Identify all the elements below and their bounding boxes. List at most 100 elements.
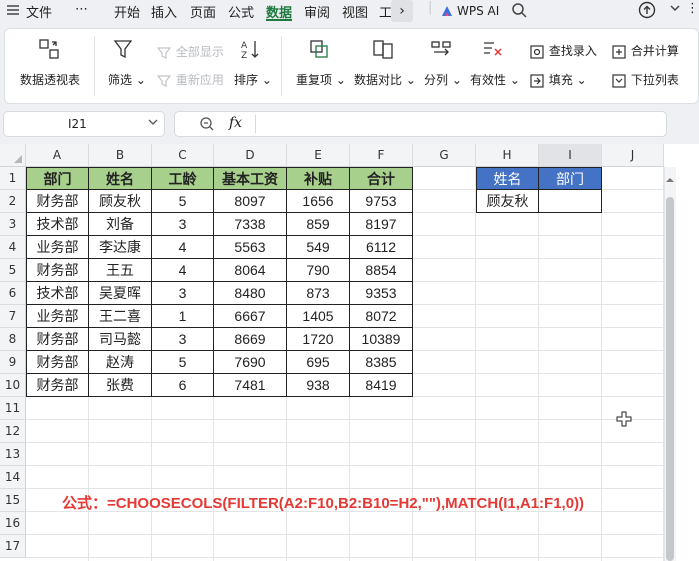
table-cell[interactable]: 8419: [350, 374, 413, 397]
table-cell[interactable]: 7481: [214, 374, 287, 397]
table-cell[interactable]: 1656: [287, 190, 350, 213]
split-columns-icon[interactable]: [430, 38, 452, 63]
table-cell[interactable]: 5: [152, 351, 214, 374]
row-header-1[interactable]: 1: [0, 167, 26, 190]
find-entry-button[interactable]: 查找录入: [529, 42, 597, 60]
table-cell[interactable]: 业务部: [26, 305, 89, 328]
table-cell[interactable]: 8669: [214, 328, 287, 351]
table-cell[interactable]: 赵涛: [89, 351, 152, 374]
table-cell[interactable]: 9753: [350, 190, 413, 213]
column-header-i[interactable]: I: [539, 144, 602, 167]
table-cell[interactable]: 1: [152, 305, 214, 328]
table-header-cell[interactable]: 合计: [350, 167, 413, 190]
table-cell[interactable]: 10389: [350, 328, 413, 351]
table-cell[interactable]: 5: [152, 190, 214, 213]
scrollbar-thumb[interactable]: [666, 197, 674, 561]
row-header-10[interactable]: 10: [0, 374, 26, 397]
table-cell[interactable]: 王二喜: [89, 305, 152, 328]
row-header-16[interactable]: 16: [0, 512, 26, 535]
table-header-cell[interactable]: 基本工资: [214, 167, 287, 190]
menu-review[interactable]: 审阅: [304, 2, 330, 21]
menu-file[interactable]: 文件: [26, 2, 52, 21]
table-cell[interactable]: 549: [287, 236, 350, 259]
menu-icon[interactable]: [6, 3, 20, 21]
pivot-table-icon[interactable]: [38, 38, 60, 63]
table-cell[interactable]: 财务部: [26, 190, 89, 213]
column-header-h[interactable]: H: [476, 144, 539, 167]
table-cell[interactable]: 4: [152, 259, 214, 282]
table-cell[interactable]: 8480: [214, 282, 287, 305]
compare-button[interactable]: 数据对比 ⌄: [354, 71, 416, 88]
zoom-icon[interactable]: [199, 116, 215, 136]
table-cell[interactable]: 李达康: [89, 236, 152, 259]
row-header-5[interactable]: 5: [0, 259, 26, 282]
formula-bar[interactable]: fx: [174, 111, 667, 137]
split-button[interactable]: 分列 ⌄: [424, 71, 462, 88]
column-header-b[interactable]: B: [89, 144, 152, 167]
table-cell[interactable]: 顾友秋: [89, 190, 152, 213]
table-cell[interactable]: 8854: [350, 259, 413, 282]
duplicates-button[interactable]: 重复项 ⌄: [296, 71, 346, 88]
column-header-c[interactable]: C: [152, 144, 214, 167]
table-cell[interactable]: 王五: [89, 259, 152, 282]
row-header-2[interactable]: 2: [0, 190, 26, 213]
lookup-header-cell[interactable]: 部门: [539, 167, 602, 190]
validity-button[interactable]: 有效性 ⌄: [470, 71, 520, 88]
column-header-g[interactable]: G: [413, 144, 476, 167]
select-all-corner[interactable]: [0, 144, 26, 167]
sort-button[interactable]: 排序 ⌄: [234, 71, 272, 88]
table-cell[interactable]: 6667: [214, 305, 287, 328]
chevron-down-icon[interactable]: [147, 116, 159, 131]
name-box[interactable]: I21: [3, 111, 165, 137]
menu-page[interactable]: 页面: [190, 2, 216, 21]
table-cell[interactable]: 6112: [350, 236, 413, 259]
duplicates-icon[interactable]: [308, 38, 330, 63]
table-header-cell[interactable]: 姓名: [89, 167, 152, 190]
table-cell[interactable]: 938: [287, 374, 350, 397]
table-cell[interactable]: 张费: [89, 374, 152, 397]
column-header-a[interactable]: A: [26, 144, 89, 167]
table-cell[interactable]: 刘备: [89, 213, 152, 236]
row-header-15[interactable]: 15: [0, 489, 26, 512]
table-cell[interactable]: 4: [152, 236, 214, 259]
table-cell[interactable]: 695: [287, 351, 350, 374]
reapply-button[interactable]: 重新应用: [156, 71, 224, 89]
table-cell[interactable]: 7690: [214, 351, 287, 374]
menu-view[interactable]: 视图: [342, 2, 368, 21]
row-header-7[interactable]: 7: [0, 305, 26, 328]
validity-icon[interactable]: [482, 38, 504, 63]
row-header-3[interactable]: 3: [0, 213, 26, 236]
table-cell[interactable]: 790: [287, 259, 350, 282]
lookup-result-cell[interactable]: [539, 190, 602, 213]
filter-button[interactable]: 筛选 ⌄: [108, 71, 146, 88]
table-cell[interactable]: 1405: [287, 305, 350, 328]
column-header-d[interactable]: D: [214, 144, 287, 167]
column-header-e[interactable]: E: [287, 144, 350, 167]
scroll-up-icon[interactable]: [666, 169, 674, 188]
table-cell[interactable]: 8072: [350, 305, 413, 328]
table-cell[interactable]: 技术部: [26, 282, 89, 305]
dropdown-list-button[interactable]: 下拉列表: [611, 71, 679, 89]
cloud-upload-icon[interactable]: [638, 1, 656, 23]
lookup-name-cell[interactable]: 顾友秋: [476, 190, 539, 213]
row-header-13[interactable]: 13: [0, 443, 26, 466]
filter-icon[interactable]: [113, 38, 133, 63]
table-cell[interactable]: 财务部: [26, 328, 89, 351]
row-header-17[interactable]: 17: [0, 535, 26, 558]
merge-calc-button[interactable]: 合并计算: [611, 42, 679, 60]
row-header-11[interactable]: 11: [0, 397, 26, 420]
table-cell[interactable]: 859: [287, 213, 350, 236]
table-cell[interactable]: 财务部: [26, 351, 89, 374]
table-cell[interactable]: 7338: [214, 213, 287, 236]
row-header-12[interactable]: 12: [0, 420, 26, 443]
fill-button[interactable]: 填充 ⌄: [529, 71, 587, 89]
table-cell[interactable]: 业务部: [26, 236, 89, 259]
menu-insert[interactable]: 插入: [151, 2, 177, 21]
table-cell[interactable]: 财务部: [26, 374, 89, 397]
table-cell[interactable]: 财务部: [26, 259, 89, 282]
wps-ai-button[interactable]: WPS AI: [457, 4, 499, 18]
menu-scroll-right-icon[interactable]: ›: [391, 0, 413, 22]
compare-icon[interactable]: [372, 38, 394, 63]
table-cell[interactable]: 3: [152, 328, 214, 351]
more-icon[interactable]: ⋮: [686, 1, 699, 16]
